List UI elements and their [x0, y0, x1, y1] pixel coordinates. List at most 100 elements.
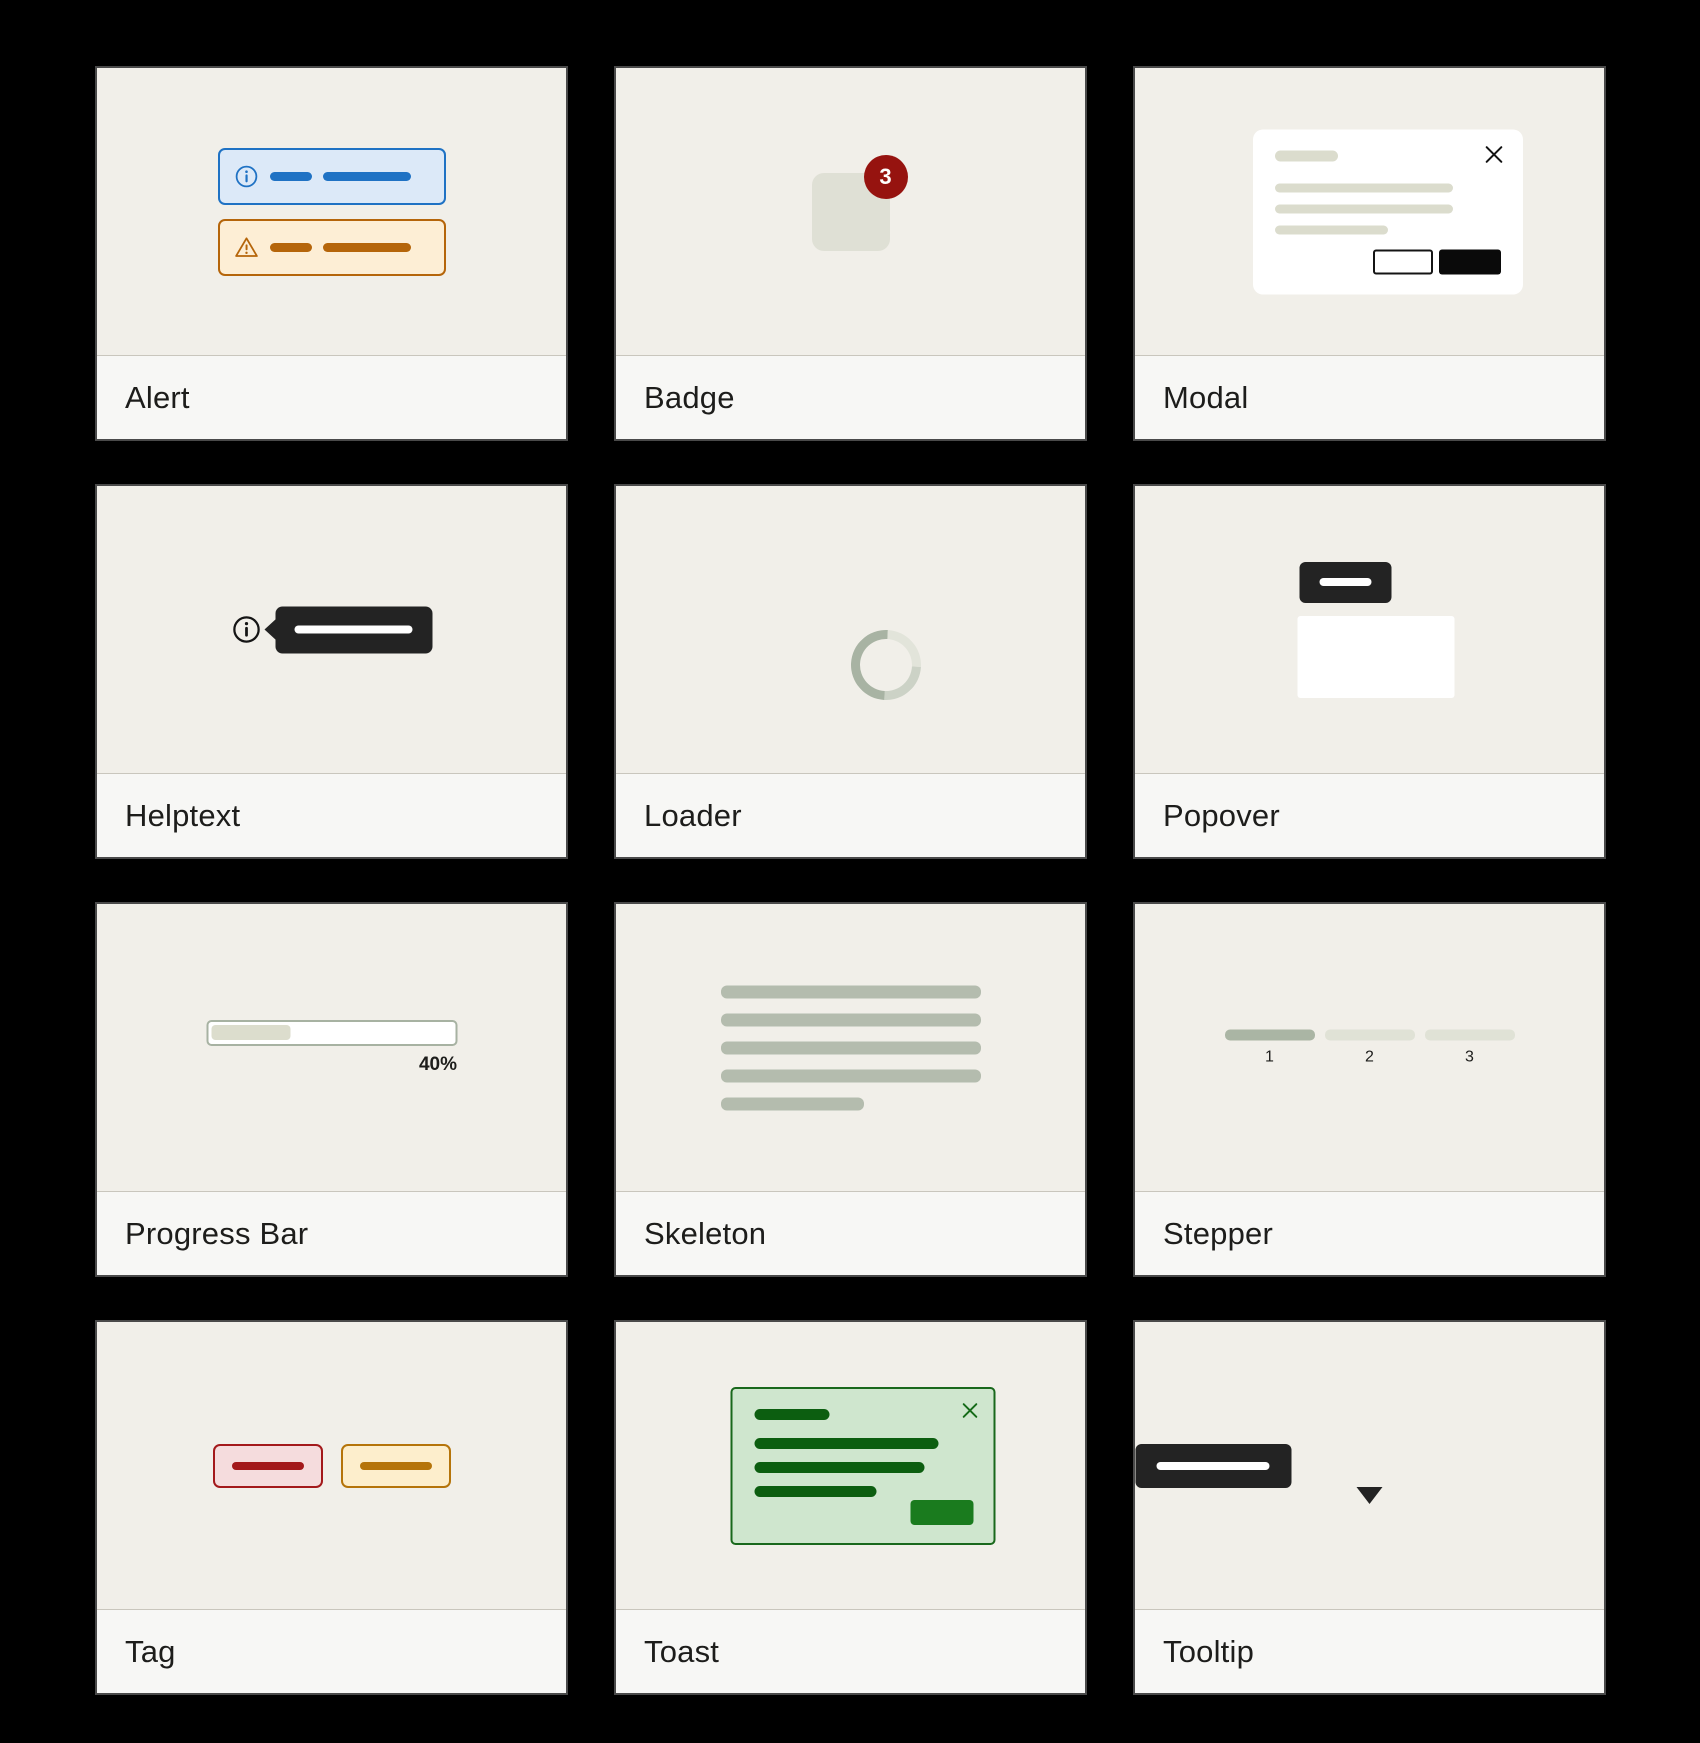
badge-preview: 3	[616, 68, 1085, 356]
alert-bar-short	[269, 171, 312, 181]
loader-preview	[616, 486, 1085, 774]
tooltip-preview	[1135, 1322, 1604, 1610]
alert-bar-long	[322, 242, 411, 252]
badge-wrap: 3	[811, 154, 908, 251]
modal-cancel-button[interactable]	[1372, 249, 1433, 274]
card-title: Tag	[125, 1633, 176, 1669]
stepper-number: 3	[1465, 1048, 1474, 1065]
alert-stack	[217, 147, 446, 276]
tooltip-bar	[1156, 1461, 1270, 1470]
card-popover[interactable]: Popover	[1133, 484, 1606, 859]
popover-wrap	[1297, 561, 1454, 698]
progress-wrap: 40%	[206, 1019, 457, 1076]
stepper-bar	[1424, 1029, 1515, 1040]
component-gallery: Alert 3 Badge Modal Helptext Loader Popo…	[0, 0, 1700, 1743]
stepper-bar	[1324, 1029, 1415, 1040]
helptext-row	[231, 606, 432, 653]
helptext-bar	[294, 625, 413, 634]
card-title: Tooltip	[1163, 1633, 1255, 1669]
card-tooltip[interactable]: Tooltip	[1133, 1320, 1606, 1695]
skeleton-line	[720, 985, 981, 998]
card-label-loader: Loader	[616, 774, 1085, 857]
card-helptext[interactable]: Helptext	[95, 484, 568, 859]
modal-body-line	[1274, 204, 1453, 213]
info-circle-icon[interactable]	[231, 615, 261, 645]
progress-fill	[211, 1025, 291, 1040]
toast-preview	[616, 1322, 1085, 1610]
card-label-alert: Alert	[97, 356, 566, 439]
tag-bar	[231, 1461, 304, 1470]
skeleton-preview	[616, 904, 1085, 1192]
card-title: Modal	[1163, 379, 1249, 415]
alert-bar-long	[322, 171, 411, 181]
card-label-popover: Popover	[1135, 774, 1604, 857]
helptext-bubble	[275, 606, 432, 653]
alert-preview	[97, 68, 566, 356]
card-title: Skeleton	[644, 1215, 767, 1251]
card-skeleton[interactable]: Skeleton	[614, 902, 1087, 1277]
card-title: Stepper	[1163, 1215, 1273, 1251]
toast-body-bar	[754, 1437, 938, 1449]
modal-confirm-button[interactable]	[1438, 249, 1501, 274]
card-label-skeleton: Skeleton	[616, 1192, 1085, 1275]
stepper-bar	[1224, 1029, 1315, 1040]
card-title: Toast	[644, 1633, 720, 1669]
info-circle-icon	[235, 165, 257, 187]
stepper-step-1[interactable]: 1	[1224, 1029, 1315, 1066]
alert-warning[interactable]	[217, 218, 446, 276]
card-stepper[interactable]: 1 2 3 Stepper	[1133, 902, 1606, 1277]
popover-panel	[1297, 615, 1454, 698]
progress-value-label: 40%	[418, 1053, 457, 1075]
modal-title-skeleton	[1274, 150, 1338, 161]
tooltip-wrap	[1135, 1443, 1604, 1488]
warning-triangle-icon	[234, 236, 258, 257]
stepper: 1 2 3	[1224, 1029, 1515, 1066]
card-label-tag: Tag	[97, 1610, 566, 1693]
close-x-icon[interactable]	[1483, 143, 1505, 165]
close-x-icon[interactable]	[960, 1401, 979, 1420]
progress-preview: 40%	[97, 904, 566, 1192]
card-label-tooltip: Tooltip	[1135, 1610, 1604, 1693]
helptext-preview	[97, 486, 566, 774]
card-label-progress-bar: Progress Bar	[97, 1192, 566, 1275]
tag-row	[212, 1443, 451, 1488]
progress-track[interactable]	[206, 1019, 457, 1046]
skeleton-line	[720, 1041, 981, 1054]
popover-trigger-button[interactable]	[1299, 561, 1391, 603]
skeleton-line	[720, 1097, 864, 1110]
stepper-step-2[interactable]: 2	[1324, 1029, 1415, 1066]
card-tag[interactable]: Tag	[95, 1320, 568, 1695]
skeleton-stack	[720, 985, 981, 1110]
tooltip-body	[1135, 1443, 1291, 1488]
alert-bar-short	[269, 242, 312, 252]
skeleton-line	[720, 1013, 981, 1026]
card-label-modal: Modal	[1135, 356, 1604, 439]
card-progress-bar[interactable]: 40% Progress Bar	[95, 902, 568, 1277]
toast-action-button[interactable]	[910, 1499, 973, 1525]
alert-info[interactable]	[217, 147, 446, 205]
popover-preview	[1135, 486, 1604, 774]
popover-trigger-bar	[1319, 578, 1371, 586]
modal-body-line	[1274, 225, 1388, 234]
card-badge[interactable]: 3 Badge	[614, 66, 1087, 441]
stepper-preview: 1 2 3	[1135, 904, 1604, 1192]
tag-warning[interactable]	[340, 1443, 451, 1488]
skeleton-line	[720, 1069, 981, 1082]
tag-bar	[359, 1461, 432, 1470]
card-title: Badge	[644, 379, 735, 415]
modal-body-line	[1274, 183, 1453, 192]
modal-preview	[1135, 68, 1604, 356]
tag-danger[interactable]	[212, 1443, 323, 1488]
toast-body-bar	[754, 1485, 876, 1497]
badge-count: 3	[863, 154, 908, 199]
card-toast[interactable]: Toast	[614, 1320, 1087, 1695]
card-modal[interactable]: Modal	[1133, 66, 1606, 441]
card-title: Popover	[1163, 797, 1280, 833]
spinner-icon	[836, 615, 935, 714]
card-loader[interactable]: Loader	[614, 484, 1087, 859]
card-label-badge: Badge	[616, 356, 1085, 439]
card-label-stepper: Stepper	[1135, 1192, 1604, 1275]
tag-preview	[97, 1322, 566, 1610]
card-alert[interactable]: Alert	[95, 66, 568, 441]
stepper-step-3[interactable]: 3	[1424, 1029, 1515, 1066]
